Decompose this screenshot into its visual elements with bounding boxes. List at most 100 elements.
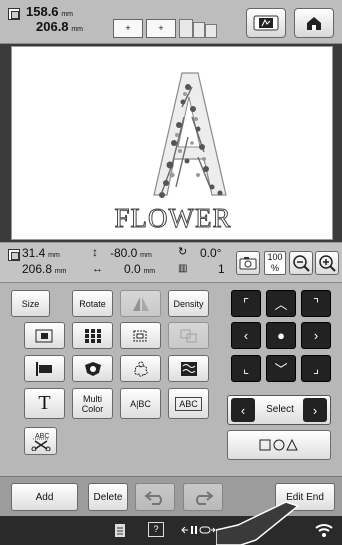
top-bar: 158.6 mm 206.8 mm + + bbox=[0, 0, 342, 44]
embroidery-canvas[interactable]: FLOWER bbox=[11, 46, 333, 240]
delete-button[interactable]: Delete bbox=[88, 483, 128, 511]
applique-button[interactable] bbox=[72, 355, 113, 382]
hoop-frame-button[interactable] bbox=[246, 8, 286, 38]
density-button[interactable]: Density bbox=[168, 290, 209, 317]
shield-icon bbox=[84, 361, 101, 376]
redo-icon bbox=[196, 491, 214, 505]
hoop-segment-3 bbox=[179, 19, 193, 38]
text-frame-button[interactable]: ABC bbox=[168, 388, 209, 419]
info-pos-y-value: -80.0 bbox=[110, 246, 138, 260]
thread-mode-icon bbox=[181, 526, 216, 534]
text-t-icon: T bbox=[38, 392, 51, 414]
info-width-unit: mm bbox=[48, 252, 60, 259]
outline-button[interactable] bbox=[120, 355, 161, 382]
array-icon bbox=[84, 328, 101, 343]
help-icon[interactable]: ? bbox=[148, 522, 164, 537]
select-next-button[interactable]: › bbox=[303, 398, 327, 422]
center-dot-icon: ● bbox=[277, 328, 285, 343]
stippling-button[interactable] bbox=[168, 355, 209, 382]
move-right-button[interactable]: › bbox=[301, 322, 331, 349]
mirror-button[interactable] bbox=[120, 290, 161, 317]
info-color-count-value: 1 bbox=[218, 262, 225, 276]
move-left-button[interactable]: ‹ bbox=[231, 322, 261, 349]
border-icon bbox=[35, 329, 52, 342]
flower-word-pattern: FLOWER bbox=[115, 203, 232, 233]
align-icon bbox=[35, 361, 52, 376]
home-icon bbox=[307, 17, 321, 30]
select-label: Select bbox=[266, 404, 294, 415]
zoom-value: 100 bbox=[267, 252, 283, 262]
chevron-right-icon: › bbox=[312, 402, 318, 418]
arrow-down-icon: ﹀ bbox=[274, 362, 288, 377]
text-frame-label: ABC bbox=[175, 396, 202, 411]
array-button[interactable] bbox=[72, 322, 113, 349]
undo-button[interactable] bbox=[135, 483, 175, 511]
zoom-in-button[interactable] bbox=[315, 251, 339, 275]
hoop-segment-1: + bbox=[113, 19, 143, 38]
move-down-left-button[interactable]: ⌞ bbox=[231, 355, 261, 382]
arrow-right-icon: › bbox=[313, 328, 319, 343]
move-up-left-button[interactable]: ⌜ bbox=[231, 290, 261, 317]
multi-color-label-2: Color bbox=[81, 403, 104, 414]
select-previous-button[interactable]: ‹ bbox=[231, 398, 255, 422]
pattern-height-unit: mm bbox=[71, 26, 83, 33]
ungroup-button[interactable] bbox=[168, 322, 209, 349]
hoop-segment-5 bbox=[205, 24, 217, 38]
border-button[interactable] bbox=[24, 322, 65, 349]
home-button[interactable] bbox=[294, 8, 334, 38]
letter-spacing-button[interactable]: A|BC bbox=[120, 388, 161, 419]
pattern-size-icon bbox=[8, 8, 20, 20]
move-down-button[interactable]: ﹀ bbox=[266, 355, 296, 382]
size-button[interactable]: Size bbox=[11, 290, 50, 317]
horizontal-offset-icon: ↔ bbox=[92, 263, 103, 275]
zoom-unit: % bbox=[270, 263, 279, 273]
pattern-height-value: 206.8 bbox=[36, 19, 69, 34]
hoop-frame-icon bbox=[253, 15, 279, 31]
cut-threads-button[interactable]: ABC bbox=[24, 427, 57, 455]
hoop-segment-2: + bbox=[146, 19, 176, 38]
zoom-out-button[interactable] bbox=[289, 251, 313, 275]
move-down-right-button[interactable]: ⌟ bbox=[301, 355, 331, 382]
text-edit-button[interactable]: T bbox=[24, 388, 65, 419]
move-center-button[interactable]: ● bbox=[266, 322, 296, 349]
pattern-info-bar: 31.4 mm 206.8 mm ↕ ↔ -80.0 mm 0.0 mm ↻ ▥… bbox=[0, 242, 342, 283]
hoop-segment-4 bbox=[193, 22, 205, 38]
shapes-icon bbox=[259, 438, 298, 451]
arrow-down-left-icon: ⌞ bbox=[242, 360, 250, 376]
color-spool-icon: ▥ bbox=[178, 263, 188, 274]
zoom-level: 100 % bbox=[264, 251, 286, 275]
info-rotation-value: 0.0° bbox=[200, 246, 222, 260]
shape-select-button[interactable] bbox=[227, 430, 331, 460]
document-icon bbox=[115, 524, 125, 537]
pattern-height: 206.8 mm bbox=[36, 19, 83, 36]
mirror-icon bbox=[132, 296, 149, 311]
camera-icon bbox=[239, 257, 257, 270]
info-rotation: 0.0° bbox=[200, 247, 221, 261]
arrow-up-left-icon: ⌜ bbox=[242, 295, 250, 311]
hoop-size-indicator: + + bbox=[113, 19, 225, 38]
move-up-right-button[interactable]: ⌝ bbox=[301, 290, 331, 317]
info-height-unit: mm bbox=[54, 268, 67, 275]
group-icon bbox=[133, 330, 146, 341]
scissors-icon: ABC bbox=[31, 433, 50, 451]
info-height-value: 206.8 bbox=[22, 262, 53, 276]
info-width: 31.4 mm bbox=[22, 247, 60, 262]
add-button[interactable]: Add bbox=[11, 483, 78, 511]
info-pos-x-value: 0.0 bbox=[124, 262, 141, 276]
arrow-up-right-icon: ⌝ bbox=[312, 295, 320, 311]
select-control: ‹ Select › bbox=[227, 395, 331, 425]
move-up-button[interactable]: ︿ bbox=[266, 290, 296, 317]
align-button[interactable] bbox=[24, 355, 65, 382]
zoom-in-icon bbox=[319, 255, 336, 272]
arrow-left-icon: ‹ bbox=[243, 328, 249, 343]
multi-color-label-1: Multi bbox=[82, 393, 102, 404]
arrow-down-right-icon: ⌟ bbox=[312, 360, 320, 376]
group-button[interactable] bbox=[120, 322, 161, 349]
letter-a-pattern bbox=[153, 72, 227, 198]
chevron-left-icon: ‹ bbox=[240, 402, 246, 418]
ungroup-icon bbox=[180, 329, 196, 342]
camera-button[interactable] bbox=[236, 251, 260, 275]
undo-icon bbox=[144, 491, 162, 505]
rotate-button[interactable]: Rotate bbox=[72, 290, 113, 317]
multi-color-button[interactable]: Multi Color bbox=[72, 388, 113, 419]
